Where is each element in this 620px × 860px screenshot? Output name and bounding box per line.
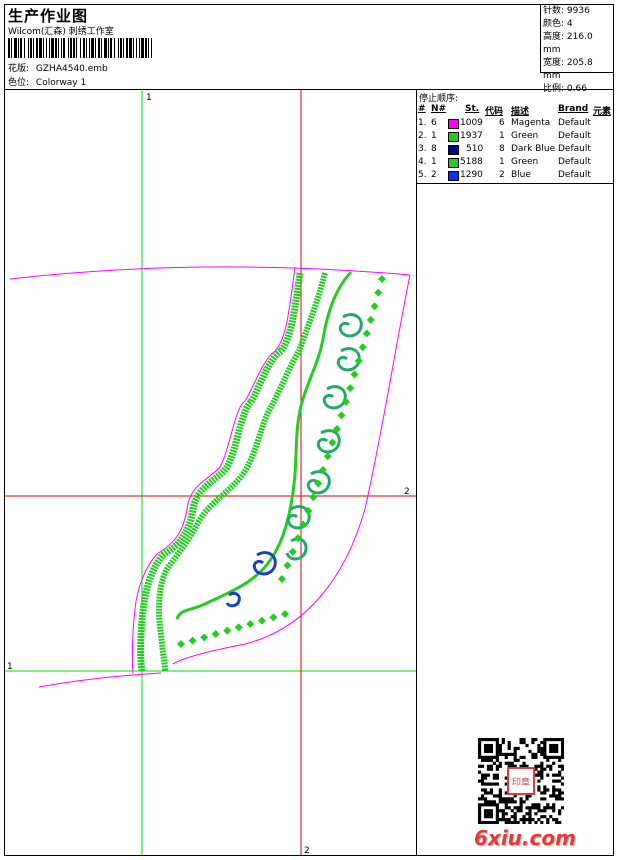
col-header-brand: Brand	[558, 104, 589, 114]
bead	[323, 452, 332, 461]
table-row: 2. 1 1937 1 Green Default	[418, 131, 591, 142]
bead	[358, 343, 367, 352]
bead	[200, 633, 209, 642]
bead	[354, 356, 363, 365]
table-row: 4. 1 5188 1 Green Default	[418, 157, 591, 168]
colorway-value: Colorway 1	[35, 78, 87, 88]
bead	[374, 288, 383, 297]
bead	[346, 384, 355, 393]
bead	[211, 630, 220, 638]
bead-chain-bottom	[177, 610, 289, 648]
bead	[283, 561, 292, 570]
col-header-desc: 描述	[511, 107, 530, 117]
page-title: 生产作业图	[8, 7, 89, 25]
bead	[223, 626, 232, 635]
stat-colors: 颜色: 4	[543, 19, 573, 29]
green-band-outer	[137, 272, 304, 672]
col-header-element: 元素	[593, 107, 612, 117]
bead	[378, 275, 386, 283]
outline-bottom-arc	[38, 672, 162, 688]
design-label: 花版:	[8, 64, 30, 74]
seal-stamp: 印章	[512, 776, 530, 788]
col-header-num: #	[418, 104, 426, 114]
color-swatch	[448, 119, 459, 129]
color-swatch	[448, 145, 459, 155]
bead	[281, 610, 289, 618]
stop-sequence-panel: 停止顺序: # N# St. 代码 描述 Brand 元素 1. 6 1009 …	[416, 89, 613, 184]
design-stats: 针数: 9936 颜色: 4 高度: 216.0 mm 宽度: 205.8 mm…	[540, 5, 613, 94]
col-header-code: 代码	[485, 107, 504, 117]
software-subtitle: Wilcom(汇森) 刺绣工作室	[8, 27, 114, 37]
bead	[278, 575, 286, 583]
bead	[269, 613, 278, 622]
design-value: GZHA4540.emb	[35, 64, 108, 74]
stat-height: 高度: 216.0 mm	[543, 32, 593, 55]
bead	[309, 493, 318, 502]
table-row: 5. 2 1290 2 Blue Default	[418, 170, 591, 181]
color-swatch	[448, 158, 459, 168]
col-header-stitches: St.	[465, 104, 480, 114]
bead	[366, 315, 375, 324]
table-row: 3. 8 510 8 Dark Blue Default	[418, 144, 591, 155]
stop-sequence-title: 停止顺序:	[419, 94, 459, 104]
bead	[370, 302, 379, 311]
bead	[188, 636, 197, 645]
header: 生产作业图 Wilcom(汇森) 刺绣工作室 花版: GZHA4540.emb …	[5, 5, 613, 90]
barcode-image	[8, 38, 152, 58]
guide-v2-label: 2	[304, 846, 310, 855]
stat-width: 宽度: 205.8 mm	[543, 58, 593, 81]
bead	[257, 616, 266, 625]
site-watermark: 6xiu.com	[474, 826, 576, 850]
color-swatch	[448, 132, 459, 142]
bead	[362, 329, 371, 338]
bead	[246, 620, 255, 628]
colorway-line: 色位: Colorway 1	[8, 75, 86, 88]
panel-divider	[416, 184, 417, 855]
col-header-needle: N#	[431, 104, 447, 114]
production-sheet: 生产作业图 Wilcom(汇森) 刺绣工作室 花版: GZHA4540.emb …	[4, 4, 614, 856]
colorway-label: 色位:	[8, 78, 30, 88]
table-row: 1. 6 1009 6 Magenta Default	[418, 118, 591, 129]
bead	[337, 411, 346, 420]
bead	[328, 438, 337, 447]
bead	[177, 640, 185, 648]
stat-stitches: 针数: 9936	[543, 6, 590, 16]
color-swatch	[448, 171, 459, 181]
bead	[234, 623, 243, 632]
design-line: 花版: GZHA4540.emb	[8, 61, 108, 74]
bead	[288, 547, 297, 556]
green-band-vine	[175, 270, 353, 620]
guide-h2-label: 2	[404, 487, 410, 497]
embroidery-canvas: 1 1 2 2	[5, 89, 416, 855]
guide-h1-label: 1	[7, 662, 13, 672]
guide-v1-label: 1	[146, 93, 152, 103]
bead	[350, 370, 359, 379]
qr-code-image: 印章	[478, 738, 564, 824]
